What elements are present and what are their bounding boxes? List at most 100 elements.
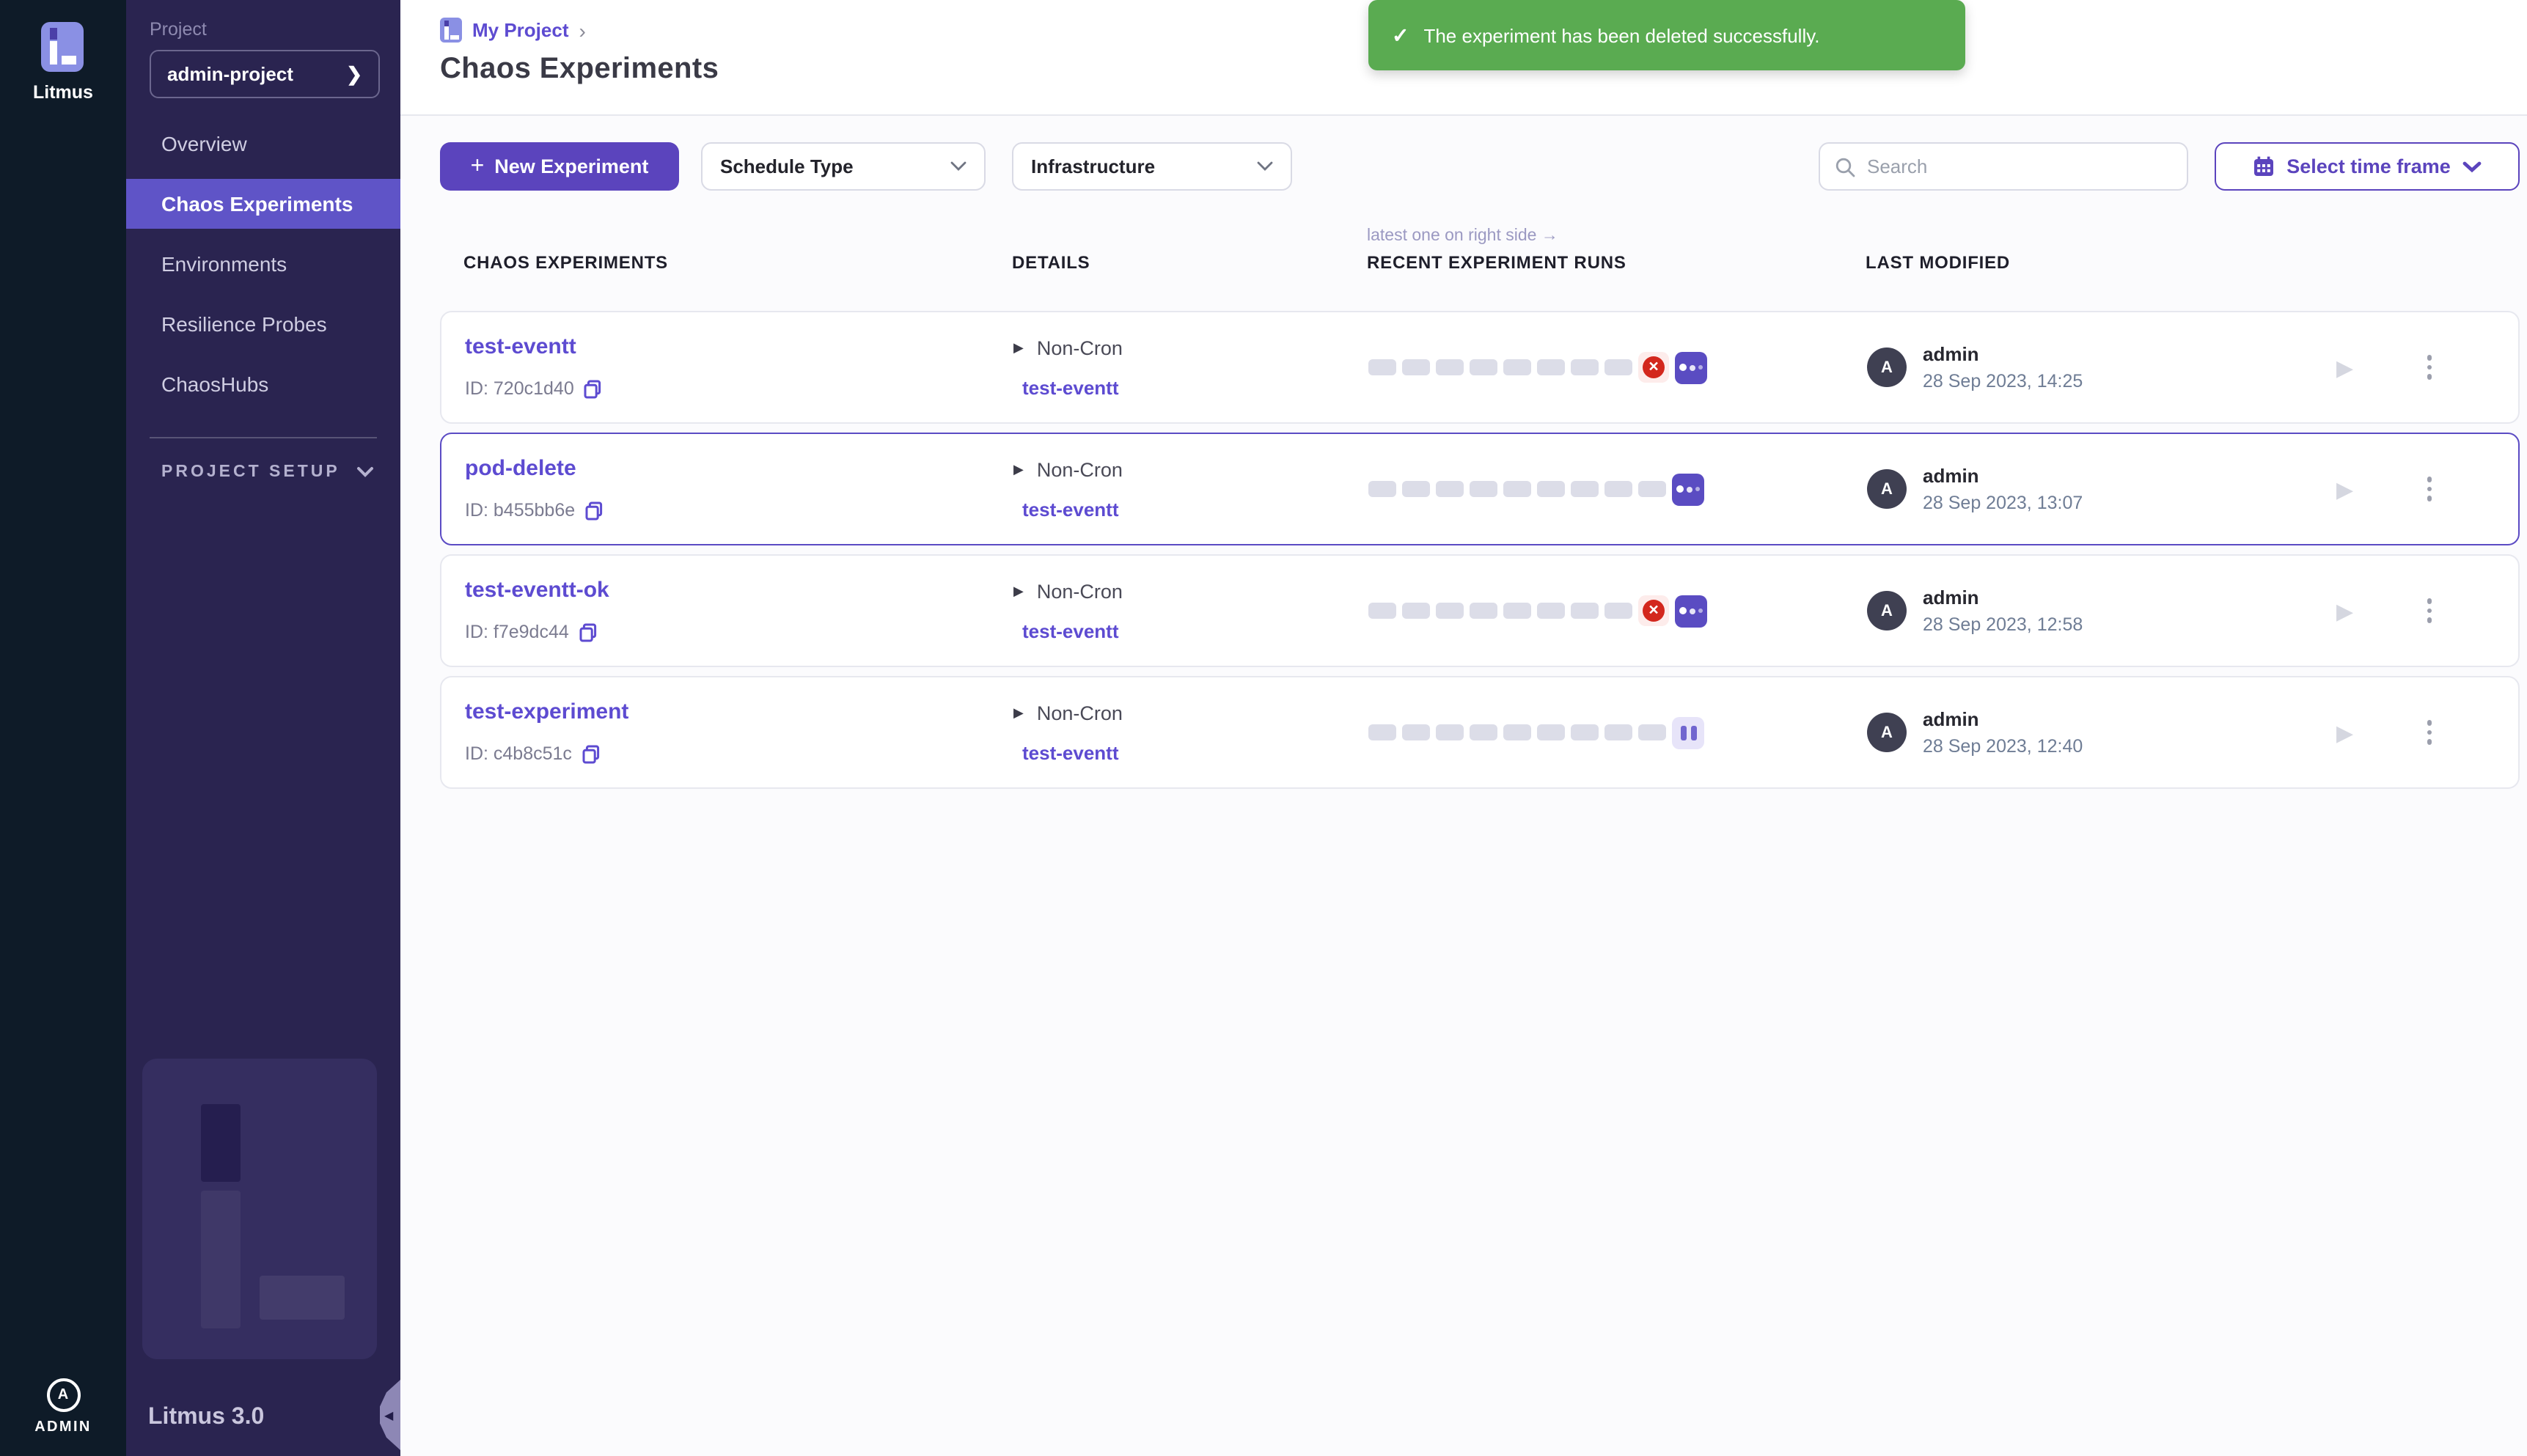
row-menu-button[interactable] [2421, 350, 2438, 386]
project-setup-toggle[interactable]: PROJECT SETUP [161, 463, 374, 481]
calendar-icon [2253, 155, 2275, 177]
infrastructure-link[interactable]: test-eventt [1022, 742, 1119, 764]
run-experiment-button[interactable]: ▶ [2336, 476, 2353, 502]
run-running-icon[interactable] [1675, 595, 1707, 627]
recent-runs [1368, 677, 1867, 787]
run-placeholder [1503, 603, 1531, 619]
sidebar: Project admin-project ❯ Overview Chaos Ex… [126, 0, 400, 1456]
infrastructure-link[interactable]: test-eventt [1022, 377, 1119, 399]
col-header-modified: LAST MODIFIED [1866, 252, 2329, 273]
run-placeholder [1402, 481, 1430, 497]
run-placeholder [1604, 603, 1632, 619]
avatar: A [1867, 591, 1907, 630]
admin-avatar[interactable]: A [46, 1378, 80, 1412]
modified-by: admin [1923, 465, 2083, 487]
run-experiment-button[interactable]: ▶ [2336, 354, 2353, 380]
search-input[interactable] [1867, 155, 2172, 177]
sidebar-item-label: ChaosHubs [161, 372, 268, 396]
time-frame-button[interactable]: Select time frame [2215, 142, 2520, 191]
run-placeholder [1604, 359, 1632, 375]
experiment-row[interactable]: test-eventt ID: 720c1d40 ▶ Non-Cron test… [440, 311, 2520, 424]
new-experiment-button[interactable]: + New Experiment [440, 142, 679, 191]
copy-id-button[interactable] [584, 379, 602, 398]
litmus-logo-icon [41, 22, 84, 72]
run-placeholder [1571, 724, 1599, 740]
run-placeholder [1436, 603, 1464, 619]
chevron-down-icon [1257, 161, 1273, 172]
page-title: Chaos Experiments [440, 53, 719, 87]
run-placeholder [1470, 481, 1497, 497]
experiment-row[interactable]: test-experiment ID: c4b8c51c ▶ Non-Cron … [440, 676, 2520, 789]
run-experiment-button[interactable]: ▶ [2336, 598, 2353, 624]
run-placeholder [1571, 359, 1599, 375]
run-paused-icon[interactable] [1672, 716, 1704, 749]
experiment-row[interactable]: test-eventt-ok ID: f7e9dc44 ▶ Non-Cron t… [440, 554, 2520, 667]
chevron-down-icon [950, 161, 967, 172]
experiment-name-link[interactable]: test-experiment [465, 699, 628, 724]
row-menu-button[interactable] [2421, 471, 2438, 507]
modified-by: admin [1923, 708, 2083, 730]
run-placeholder [1537, 603, 1565, 619]
run-placeholder [1470, 724, 1497, 740]
run-running-icon[interactable] [1675, 351, 1707, 383]
modified-by: admin [1923, 587, 2083, 608]
modified-date: 28 Sep 2023, 14:25 [1923, 371, 2083, 391]
breadcrumb-chevron-icon: › [579, 18, 586, 42]
copy-id-button[interactable] [579, 622, 597, 641]
experiment-name-link[interactable]: test-eventt-ok [465, 578, 609, 603]
run-placeholder [1436, 724, 1464, 740]
experiment-name-link[interactable]: test-eventt [465, 334, 576, 359]
brand-rail: Litmus A ADMIN [0, 0, 126, 1456]
project-selector[interactable]: admin-project ❯ [150, 50, 380, 98]
schedule-type-text: Non-Cron [1037, 337, 1123, 359]
sidebar-item-chaos-experiments[interactable]: Chaos Experiments [126, 179, 400, 229]
infrastructure-select[interactable]: Infrastructure [1012, 142, 1292, 191]
search-icon [1835, 156, 1855, 177]
row-menu-button[interactable] [2421, 593, 2438, 629]
table-header: CHAOS EXPERIMENTS DETAILS latest one on … [440, 227, 2520, 273]
sidebar-item-overview[interactable]: Overview [126, 119, 400, 169]
run-running-icon[interactable] [1672, 473, 1704, 505]
experiment-id: ID: c4b8c51c [465, 743, 572, 764]
recent-runs: ✕ [1368, 556, 1867, 666]
sidebar-item-label: Environments [161, 252, 287, 276]
infrastructure-link[interactable]: test-eventt [1022, 499, 1119, 521]
avatar: A [1867, 348, 1907, 387]
schedule-type-text: Non-Cron [1037, 459, 1123, 481]
copy-id-button[interactable] [582, 744, 600, 763]
schedule-play-icon: ▶ [1013, 340, 1024, 356]
chevron-down-icon [2462, 161, 2482, 172]
modified-by: admin [1923, 343, 2083, 365]
run-placeholder [1571, 481, 1599, 497]
avatar: A [1867, 713, 1907, 752]
project-label: Project [150, 19, 400, 40]
admin-label: ADMIN [0, 1419, 126, 1435]
run-failed-icon[interactable]: ✕ [1638, 595, 1669, 626]
experiments-table-body: test-eventt ID: 720c1d40 ▶ Non-Cron test… [440, 311, 2520, 798]
infrastructure-link[interactable]: test-eventt [1022, 620, 1119, 642]
sidebar-divider [150, 437, 377, 438]
experiment-name-link[interactable]: pod-delete [465, 456, 576, 481]
app-frame: Litmus A ADMIN Project admin-project ❯ O… [0, 0, 2527, 1456]
schedule-type-select[interactable]: Schedule Type [701, 142, 986, 191]
modified-date: 28 Sep 2023, 13:07 [1923, 493, 2083, 513]
run-placeholder [1436, 481, 1464, 497]
sidebar-item-resilience-probes[interactable]: Resilience Probes [126, 299, 400, 349]
recent-runs: ✕ [1368, 312, 1867, 422]
run-placeholder [1503, 724, 1531, 740]
breadcrumb-project-icon [440, 18, 462, 43]
breadcrumb-link[interactable]: My Project [472, 19, 569, 41]
sidebar-item-chaoshubs[interactable]: ChaosHubs [126, 359, 400, 409]
sidebar-item-environments[interactable]: Environments [126, 239, 400, 289]
breadcrumb: My Project › [440, 18, 586, 43]
run-placeholder [1537, 359, 1565, 375]
chevron-right-icon: ❯ [346, 62, 362, 86]
copy-id-button[interactable] [585, 501, 603, 520]
col-header-runs: RECENT EXPERIMENT RUNS [1367, 252, 1866, 273]
success-toast: ✓ The experiment has been deleted succes… [1368, 0, 1965, 70]
sidebar-collapse-button[interactable]: ◀ [380, 1380, 400, 1450]
run-experiment-button[interactable]: ▶ [2336, 719, 2353, 746]
row-menu-button[interactable] [2421, 715, 2438, 751]
experiment-row[interactable]: pod-delete ID: b455bb6e ▶ Non-Cron test-… [440, 433, 2520, 545]
run-failed-icon[interactable]: ✕ [1638, 352, 1669, 383]
